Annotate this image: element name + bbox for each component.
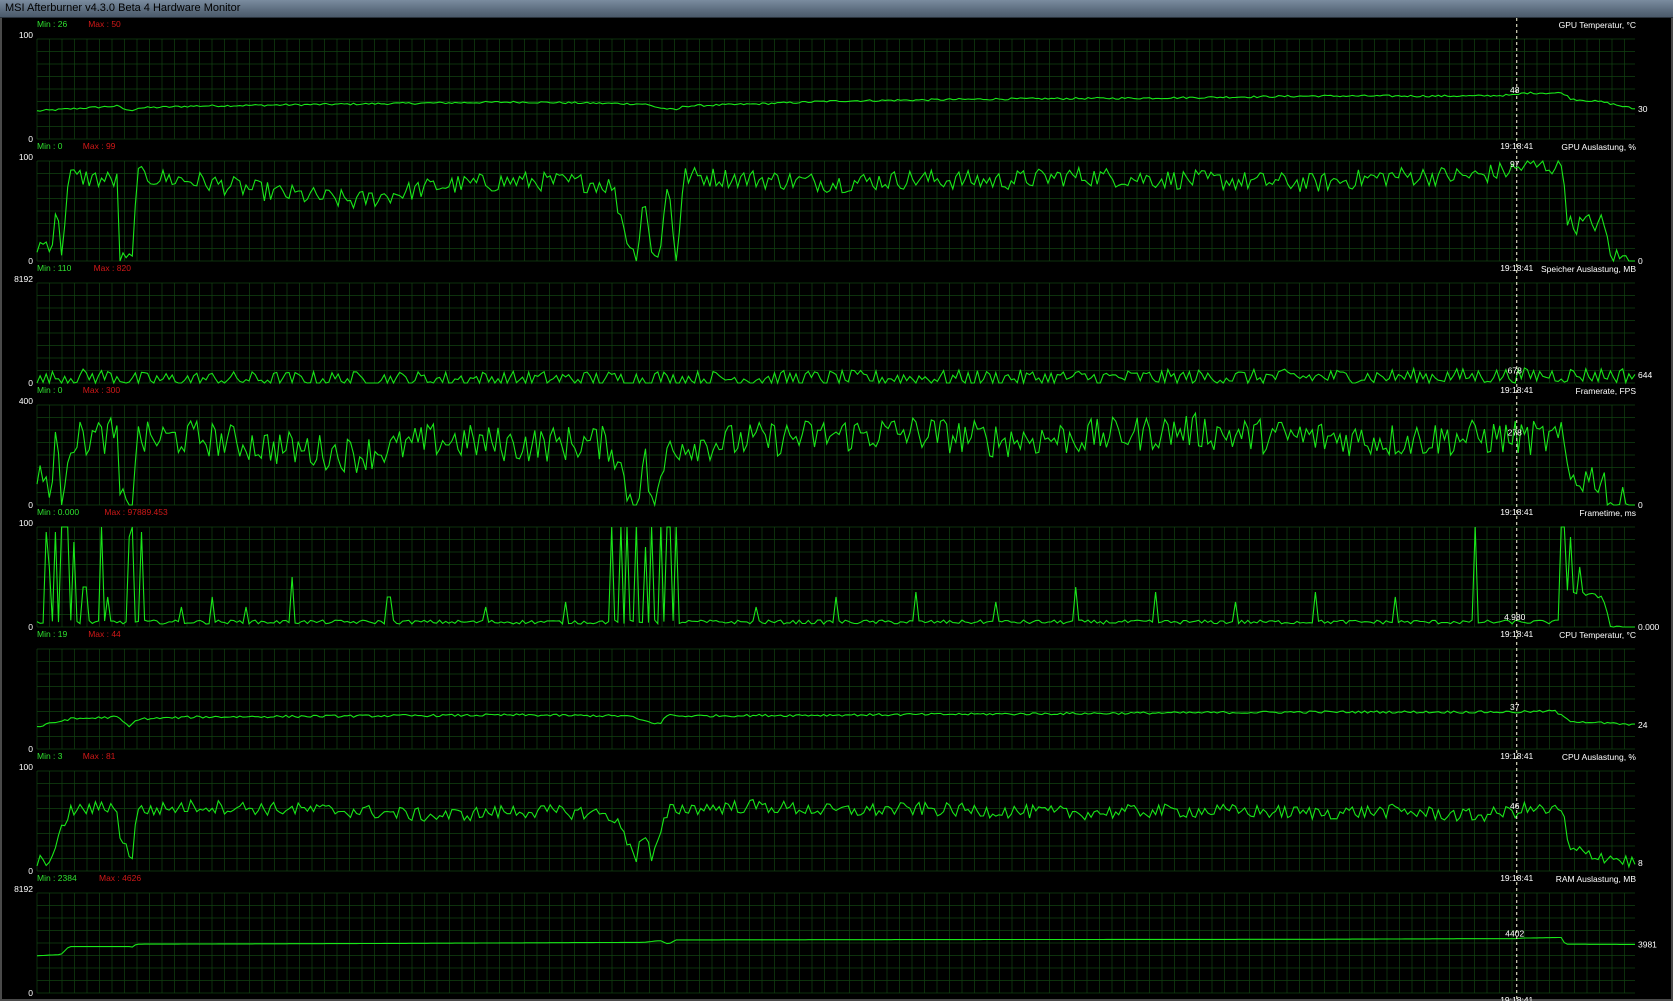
cursor-value-label: 4.980 bbox=[1504, 612, 1526, 622]
cursor-value-label: 37 bbox=[1510, 702, 1520, 712]
min-value-label: Min : 19 bbox=[37, 629, 68, 639]
graph-title: Speicher Auslastung, MB bbox=[1541, 264, 1636, 274]
y-axis-min-label: 0 bbox=[28, 866, 33, 876]
max-value-label: Max : 4626 bbox=[99, 873, 141, 883]
cursor-value-label: 48 bbox=[1510, 85, 1520, 95]
series-line bbox=[36, 411, 1635, 508]
current-value-label: 30 bbox=[1638, 104, 1648, 114]
y-axis-max-label: 100 bbox=[19, 518, 33, 528]
max-value-label: Max : 300 bbox=[83, 385, 121, 395]
y-axis-min-label: 0 bbox=[28, 988, 33, 998]
y-axis-min-label: 0 bbox=[28, 378, 33, 388]
min-value-label: Min : 0.000 bbox=[37, 507, 79, 517]
cursor-value-label: 4402 bbox=[1505, 929, 1524, 939]
max-value-label: Max : 97889.453 bbox=[104, 507, 168, 517]
current-value-label: 0.000 bbox=[1638, 622, 1660, 632]
current-value-label: 644 bbox=[1638, 370, 1652, 380]
y-axis-min-label: 0 bbox=[28, 744, 33, 754]
max-value-label: Max : 99 bbox=[83, 141, 116, 151]
min-value-label: Min : 26 bbox=[37, 19, 68, 29]
y-axis-min-label: 0 bbox=[28, 500, 33, 510]
y-axis-min-label: 0 bbox=[28, 256, 33, 266]
min-value-label: Min : 110 bbox=[37, 263, 72, 273]
graph-title: Framerate, FPS bbox=[1576, 386, 1637, 396]
current-value-label: 0 bbox=[1638, 500, 1643, 510]
graph-title: GPU Auslastung, % bbox=[1561, 142, 1636, 152]
current-value-label: 0 bbox=[1638, 256, 1643, 266]
y-axis-min-label: 0 bbox=[28, 134, 33, 144]
min-value-label: Min : 0 bbox=[37, 385, 63, 395]
cursor-value-label: 97 bbox=[1510, 159, 1520, 169]
cursor-value-label: 46 bbox=[1510, 801, 1520, 811]
graph-title: GPU Temperatur, °C bbox=[1559, 20, 1636, 30]
y-axis-max-label: 400 bbox=[19, 396, 33, 406]
monitoring-charts[interactable]: 100 0 Min : 26 Max : 50 GPU Temperatur, °C 30… bbox=[0, 18, 1673, 1001]
graph-title: CPU Auslastung, % bbox=[1562, 752, 1637, 762]
title-bar[interactable]: MSI Afterburner v4.3.0 Beta 4 Hardware M… bbox=[0, 0, 1673, 18]
max-value-label: Max : 44 bbox=[88, 629, 121, 639]
y-axis-max-label: 100 bbox=[19, 152, 33, 162]
current-value-label: 8 bbox=[1638, 858, 1643, 868]
graph-title: RAM Auslastung, MB bbox=[1556, 874, 1637, 884]
min-value-label: Min : 3 bbox=[37, 751, 63, 761]
max-value-label: Max : 81 bbox=[83, 751, 116, 761]
graph-title: Frametime, ms bbox=[1579, 508, 1636, 518]
current-value-label: 24 bbox=[1638, 720, 1648, 730]
series-line bbox=[36, 936, 1635, 957]
max-value-label: Max : 50 bbox=[88, 19, 121, 29]
cursor-value-label: 678 bbox=[1508, 366, 1522, 376]
y-axis-max-label: 8192 bbox=[14, 884, 33, 894]
graph-title: CPU Temperatur, °C bbox=[1559, 630, 1636, 640]
y-axis-max-label: 100 bbox=[19, 30, 33, 40]
window-title: MSI Afterburner v4.3.0 Beta 4 Hardware M… bbox=[5, 2, 241, 14]
cursor-value-label: 278 bbox=[1508, 428, 1522, 438]
y-axis-max-label: 8192 bbox=[14, 274, 33, 284]
min-value-label: Min : 2384 bbox=[37, 873, 77, 883]
y-axis-min-label: 0 bbox=[28, 622, 33, 632]
y-axis-max-label: 100 bbox=[19, 762, 33, 772]
current-value-label: 3981 bbox=[1638, 939, 1657, 949]
min-value-label: Min : 0 bbox=[37, 141, 63, 151]
max-value-label: Max : 820 bbox=[94, 263, 132, 273]
